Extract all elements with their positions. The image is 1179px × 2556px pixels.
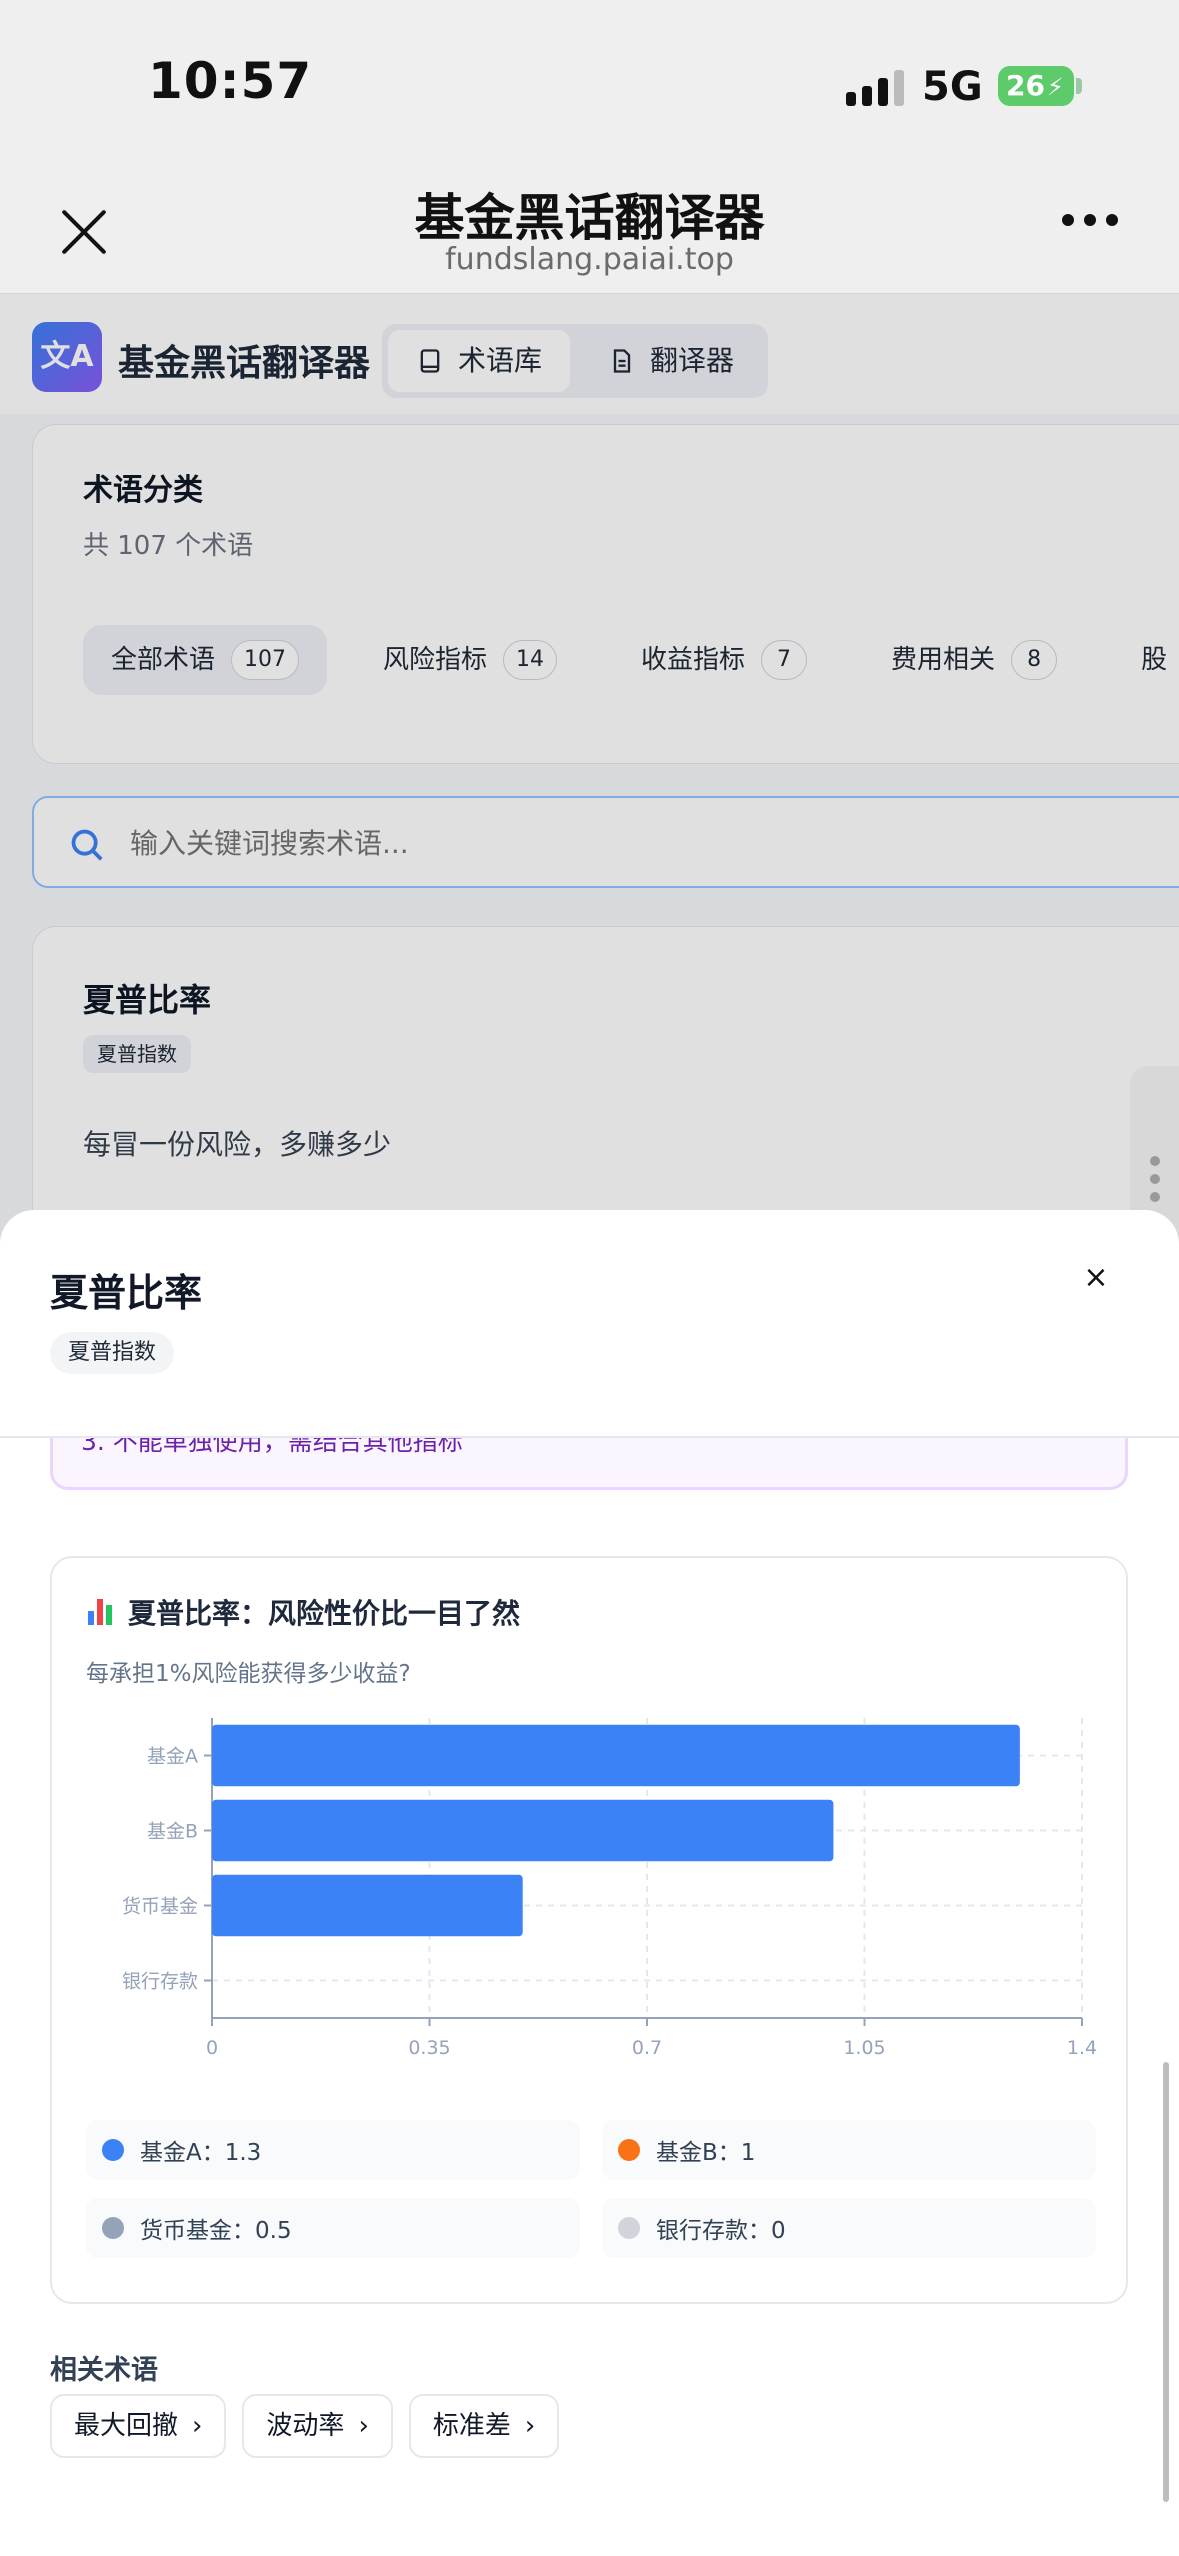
related-term-label: 标准差 [432, 2411, 511, 2441]
note-box: 3. 不能单独使用，需结合其他指标 [50, 1438, 1128, 1490]
bar [212, 1874, 523, 1937]
legend-label: 银行存款：0 [656, 2218, 786, 2244]
y-tick-label: 基金A [147, 1746, 198, 1768]
status-time: 10:57 [148, 52, 313, 110]
legend-label: 基金A：1.3 [140, 2140, 262, 2166]
legend-label: 基金B：1 [656, 2140, 756, 2166]
legend-item: 基金B：1 [602, 2120, 1096, 2180]
bar-chart: 0 0.35 0.7 1.05 1.4 基金A 基金B 货币基金银行存款 [122, 1718, 1097, 2059]
chevron-right-icon: › [524, 2411, 536, 2441]
network-type: 5G [922, 64, 983, 110]
sheet-tag: 夏普指数 [50, 1332, 175, 1374]
chart-card: 夏普比率：风险性价比一目了然 每承担1%风险能获得多少收益? 0 0.35 0.7 1… [50, 1556, 1128, 2304]
related-term-button[interactable]: 波动率 › [242, 2394, 393, 2458]
x-tick-label: 1.4 [1067, 2037, 1097, 2059]
chevron-right-icon: › [192, 2411, 203, 2441]
browser-title: 基金黑话翻译器 [414, 189, 765, 247]
chart-subtitle: 每承担1%风险能获得多少收益? [86, 1661, 411, 1687]
status-bar: 10:57 5G 26⚡ [0, 0, 1179, 150]
legend-item: 货币基金：0.5 [86, 2198, 580, 2258]
scrollbar[interactable] [1163, 2062, 1169, 2502]
related-term-button[interactable]: 标准差 › [408, 2394, 560, 2458]
term-detail-sheet: 夏普比率 夏普指数 × 3. 不能单独使用，需结合其他指标 夏普比率：风险性价比… [0, 1210, 1179, 2556]
y-tick-label: 货币基金 [122, 1896, 198, 1918]
legend-dot [618, 2139, 640, 2161]
y-tick-label: 基金B [147, 1821, 198, 1843]
x-tick-label: 0 [206, 2037, 218, 2059]
y-tick-label: 银行存款 [122, 1971, 198, 1993]
legend-dot [618, 2217, 640, 2239]
sheet-title: 夏普比率 [50, 1271, 203, 1315]
related-term-label: 最大回撤 [74, 2411, 179, 2441]
battery-icon: 26⚡ [998, 66, 1074, 106]
legend: 基金A：1.3 基金B：1 货币基金：0.5 银行存款：0 [86, 2120, 1096, 2258]
more-icon[interactable] [1062, 214, 1118, 226]
battery-level: 26 [1006, 69, 1045, 102]
chart-title: 夏普比率：风险性价比一目了然 [86, 1592, 520, 1632]
related-term-label: 波动率 [266, 2411, 345, 2441]
signal-icon [846, 70, 906, 106]
bar [212, 1799, 834, 1862]
legend-item: 基金A：1.3 [86, 2120, 580, 2180]
close-button[interactable]: × [1076, 1258, 1116, 1298]
x-tick-label: 1.05 [843, 2037, 885, 2059]
browser-url: fundslang.paiai.top [445, 242, 734, 277]
bar-chart-icon [86, 1597, 116, 1627]
note-text: 3. 不能单独使用，需结合其他指标 [81, 1438, 463, 1456]
legend-label: 货币基金：0.5 [140, 2218, 292, 2244]
browser-bar: 基金黑话翻译器 fundslang.paiai.top [0, 150, 1179, 294]
related-terms-label: 相关术语 [50, 2355, 158, 2386]
bar [212, 1724, 1020, 1787]
related-term-button[interactable]: 最大回撤 › [50, 2394, 227, 2458]
legend-item: 银行存款：0 [602, 2198, 1096, 2258]
x-tick-label: 0.35 [408, 2037, 450, 2059]
x-tick-label: 0.7 [632, 2037, 662, 2059]
chart-title-text: 夏普比率：风险性价比一目了然 [128, 1597, 521, 1630]
legend-dot [102, 2217, 124, 2239]
related-terms: 最大回撤 › 波动率 › 标准差 › [50, 2394, 560, 2458]
battery-tip [1076, 78, 1082, 94]
legend-dot [102, 2139, 124, 2161]
chevron-right-icon: › [358, 2411, 369, 2441]
sheet-scroll-area[interactable]: 3. 不能单独使用，需结合其他指标 夏普比率：风险性价比一目了然 每承担1%风险… [0, 1438, 1179, 2556]
